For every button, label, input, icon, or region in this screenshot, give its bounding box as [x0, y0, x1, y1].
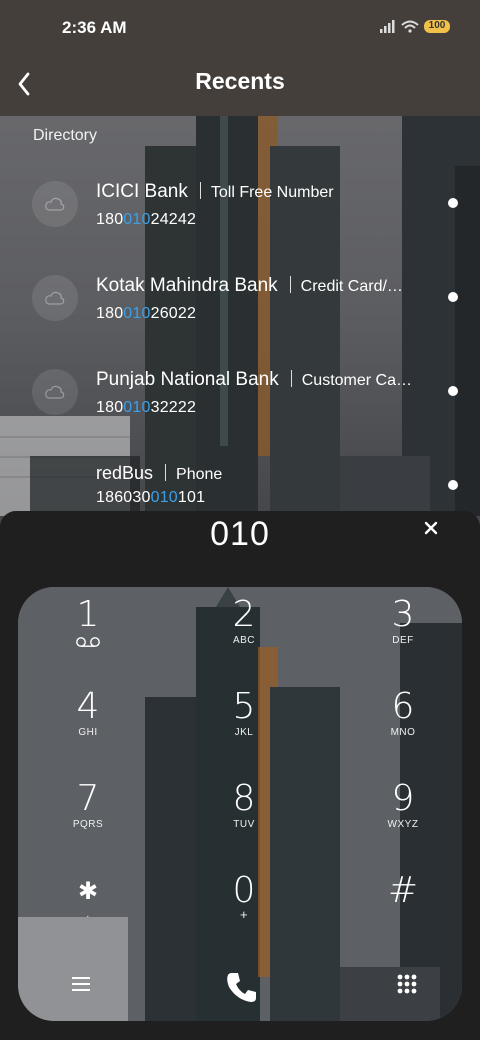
menu-icon[interactable]: [70, 975, 92, 993]
more-dot-icon[interactable]: [448, 292, 458, 302]
contact-name: redBus: [96, 463, 154, 483]
contact-item[interactable]: Kotak Mahindra Bank Credit Card/… 1800102…: [0, 275, 480, 361]
key-digit: 6: [391, 686, 415, 727]
call-icon[interactable]: [224, 969, 260, 1005]
contact-number: 18001026022: [96, 305, 196, 323]
contact-name-line: Punjab National Bank Customer Ca…: [96, 369, 412, 391]
more-dot-icon[interactable]: [448, 198, 458, 208]
key-0[interactable]: 0 +: [189, 871, 299, 961]
key-letters: PQRS: [72, 819, 104, 830]
number-part: 26022: [150, 305, 197, 322]
keypad: 1 2 ABC 3 DEF 4 GHI 5 JKL 6 MNO 7 PQRS 8…: [18, 587, 462, 1021]
signal-icon: [380, 20, 395, 33]
contact-name-line: Kotak Mahindra Bank Credit Card/…: [96, 275, 403, 297]
key-letters: MNO: [390, 727, 416, 738]
number-part: 101: [177, 489, 206, 506]
number-part: 24242: [150, 211, 197, 228]
key-letters: JKL: [234, 727, 254, 738]
status-time: 2:36 AM: [62, 18, 127, 37]
number-part: 32222: [150, 399, 197, 416]
key-4[interactable]: 4 GHI: [33, 687, 143, 777]
dial-input-display[interactable]: 010: [0, 515, 480, 554]
key-1[interactable]: 1: [33, 595, 143, 685]
contact-name: Punjab National Bank: [96, 369, 279, 390]
cloud-icon: [45, 291, 65, 305]
key-digit: #: [387, 870, 419, 911]
clear-icon[interactable]: [420, 517, 442, 539]
key-letters: WXYZ: [387, 819, 419, 830]
avatar: [32, 181, 78, 227]
wifi-icon: [401, 20, 419, 33]
key-6[interactable]: 6 MNO: [348, 687, 458, 777]
number-match: 010: [150, 489, 178, 506]
contact-name: ICICI Bank: [96, 181, 188, 202]
avatar: [32, 275, 78, 321]
page-title: Recents: [195, 68, 285, 94]
number-part: 180: [96, 305, 124, 322]
key-5[interactable]: 5 JKL: [189, 687, 299, 777]
contact-item[interactable]: ICICI Bank Toll Free Number 18001024242: [0, 181, 480, 267]
key-3[interactable]: 3 DEF: [348, 595, 458, 685]
section-label-directory: Directory: [33, 127, 98, 144]
key-digit: 4: [76, 686, 100, 727]
contact-tag: Phone: [176, 466, 223, 483]
key-letters: ABC: [232, 635, 256, 646]
more-dot-icon[interactable]: [448, 386, 458, 396]
status-bar: 2:36 AM 100: [0, 0, 480, 56]
number-match: 010: [123, 399, 151, 416]
key-7[interactable]: 7 PQRS: [33, 779, 143, 869]
number-match: 010: [123, 305, 151, 322]
contact-number: 186030010101: [96, 489, 205, 507]
divider: [199, 182, 201, 199]
key-hash[interactable]: #: [348, 871, 458, 961]
key-digit: 5: [232, 686, 256, 727]
battery-level: 100: [428, 20, 446, 31]
key-letters: DEF: [392, 635, 414, 646]
key-2[interactable]: 2 ABC: [189, 595, 299, 685]
contact-name-line: redBus Phone: [96, 463, 222, 484]
key-letters: GHI: [78, 727, 98, 738]
cloud-icon: [45, 197, 65, 211]
voicemail-icon: [76, 637, 100, 647]
key-digit: ✱: [77, 877, 99, 905]
app-header: Recents: [0, 56, 480, 116]
divider: [289, 276, 291, 293]
divider: [290, 370, 292, 387]
contact-tag: Customer Ca…: [301, 372, 412, 389]
number-part: 186030: [96, 489, 151, 506]
divider: [165, 464, 167, 481]
contact-name: Kotak Mahindra Bank: [96, 275, 278, 296]
contact-number: 18001032222: [96, 399, 196, 417]
key-digit: 7: [76, 778, 100, 819]
contact-tag: Credit Card/…: [300, 278, 403, 295]
number-part: 180: [96, 211, 124, 228]
key-digit: 8: [232, 778, 256, 819]
key-digit: 9: [391, 778, 415, 819]
key-letters: TUV: [233, 819, 255, 830]
contact-number: 18001024242: [96, 211, 196, 229]
key-8[interactable]: 8 TUV: [189, 779, 299, 869]
contact-item[interactable]: Punjab National Bank Customer Ca… 1800103…: [0, 369, 480, 455]
key-digit: 0: [232, 870, 256, 911]
key-digit: 2: [232, 594, 256, 635]
avatar: [32, 369, 78, 415]
key-digit: 1: [76, 594, 100, 635]
dialpad-icon[interactable]: [396, 973, 418, 995]
key-digit: 3: [391, 594, 415, 635]
key-letters: +: [239, 907, 249, 922]
more-dot-icon[interactable]: [448, 480, 458, 490]
number-match: 010: [123, 211, 151, 228]
contact-tag: Toll Free Number: [210, 184, 334, 201]
dialer-panel: 010 1 2 ABC 3 DEF 4 GHI 5 JKL 6 MNO 7 PQ…: [0, 511, 480, 1040]
number-part: 180: [96, 399, 124, 416]
key-letters: ·: [86, 911, 90, 922]
key-star[interactable]: ✱ ·: [33, 871, 143, 961]
cloud-icon: [45, 385, 65, 399]
key-9[interactable]: 9 WXYZ: [348, 779, 458, 869]
contact-name-line: ICICI Bank Toll Free Number: [96, 181, 334, 203]
